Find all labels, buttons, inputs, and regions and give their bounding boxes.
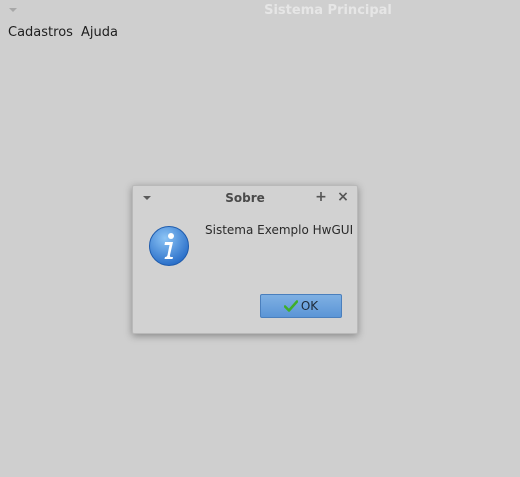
ok-button[interactable]: OK (260, 294, 342, 318)
ok-label: OK (300, 299, 319, 313)
checkmark-icon (283, 300, 298, 312)
main-titlebar: Sistema Principal (0, 0, 520, 22)
info-icon (148, 225, 190, 267)
window-title: Sistema Principal (264, 3, 392, 18)
dialog-titlebar[interactable]: Sobre + × (133, 186, 357, 210)
plus-icon[interactable]: + (314, 190, 328, 204)
close-icon[interactable]: × (336, 190, 350, 204)
about-dialog: Sobre + × Sistema Exemplo HwGUI OK (132, 185, 358, 334)
menu-cadastros[interactable]: Cadastros (8, 25, 73, 40)
menu-ajuda[interactable]: Ajuda (81, 25, 118, 40)
dialog-message: Sistema Exemplo HwGUI (205, 223, 354, 237)
menubar: Cadastros Ajuda (0, 22, 520, 44)
